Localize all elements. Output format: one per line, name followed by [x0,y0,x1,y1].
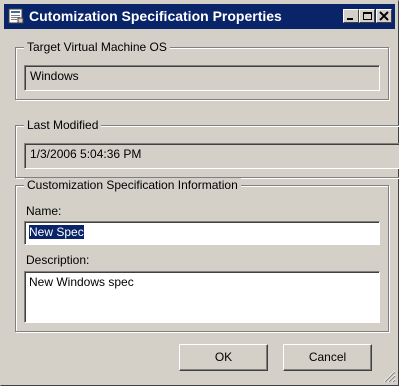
window-title: Cutomization Specification Properties [29,8,282,24]
description-label: Description: [26,253,90,267]
target-os-legend: Target Virtual Machine OS [24,40,170,54]
name-label: Name: [26,204,62,218]
close-button[interactable] [376,9,392,23]
spec-info-legend: Customization Specification Information [24,178,241,192]
maximize-button[interactable] [359,9,375,23]
last-modified-field: 1/3/2006 5:04:36 PM [24,143,399,169]
properties-window-icon [8,8,24,24]
name-input-value: New Spec [29,225,84,239]
last-modified-legend: Last Modified [24,118,102,132]
minimize-button[interactable] [343,9,359,23]
name-input[interactable]: New Spec [24,221,380,245]
minimize-icon [347,18,353,20]
description-textarea[interactable]: New Windows spec [24,271,380,323]
maximize-icon [363,12,372,20]
cancel-button[interactable]: Cancel [283,344,372,371]
title-bar[interactable]: Cutomization Specification Properties [4,4,395,29]
close-icon [379,11,389,21]
target-os-field: Windows [24,65,380,91]
properties-dialog: Cutomization Specification Properties Ta… [0,0,399,386]
ok-button[interactable]: OK [179,344,268,371]
resize-grip-icon[interactable] [383,370,396,383]
